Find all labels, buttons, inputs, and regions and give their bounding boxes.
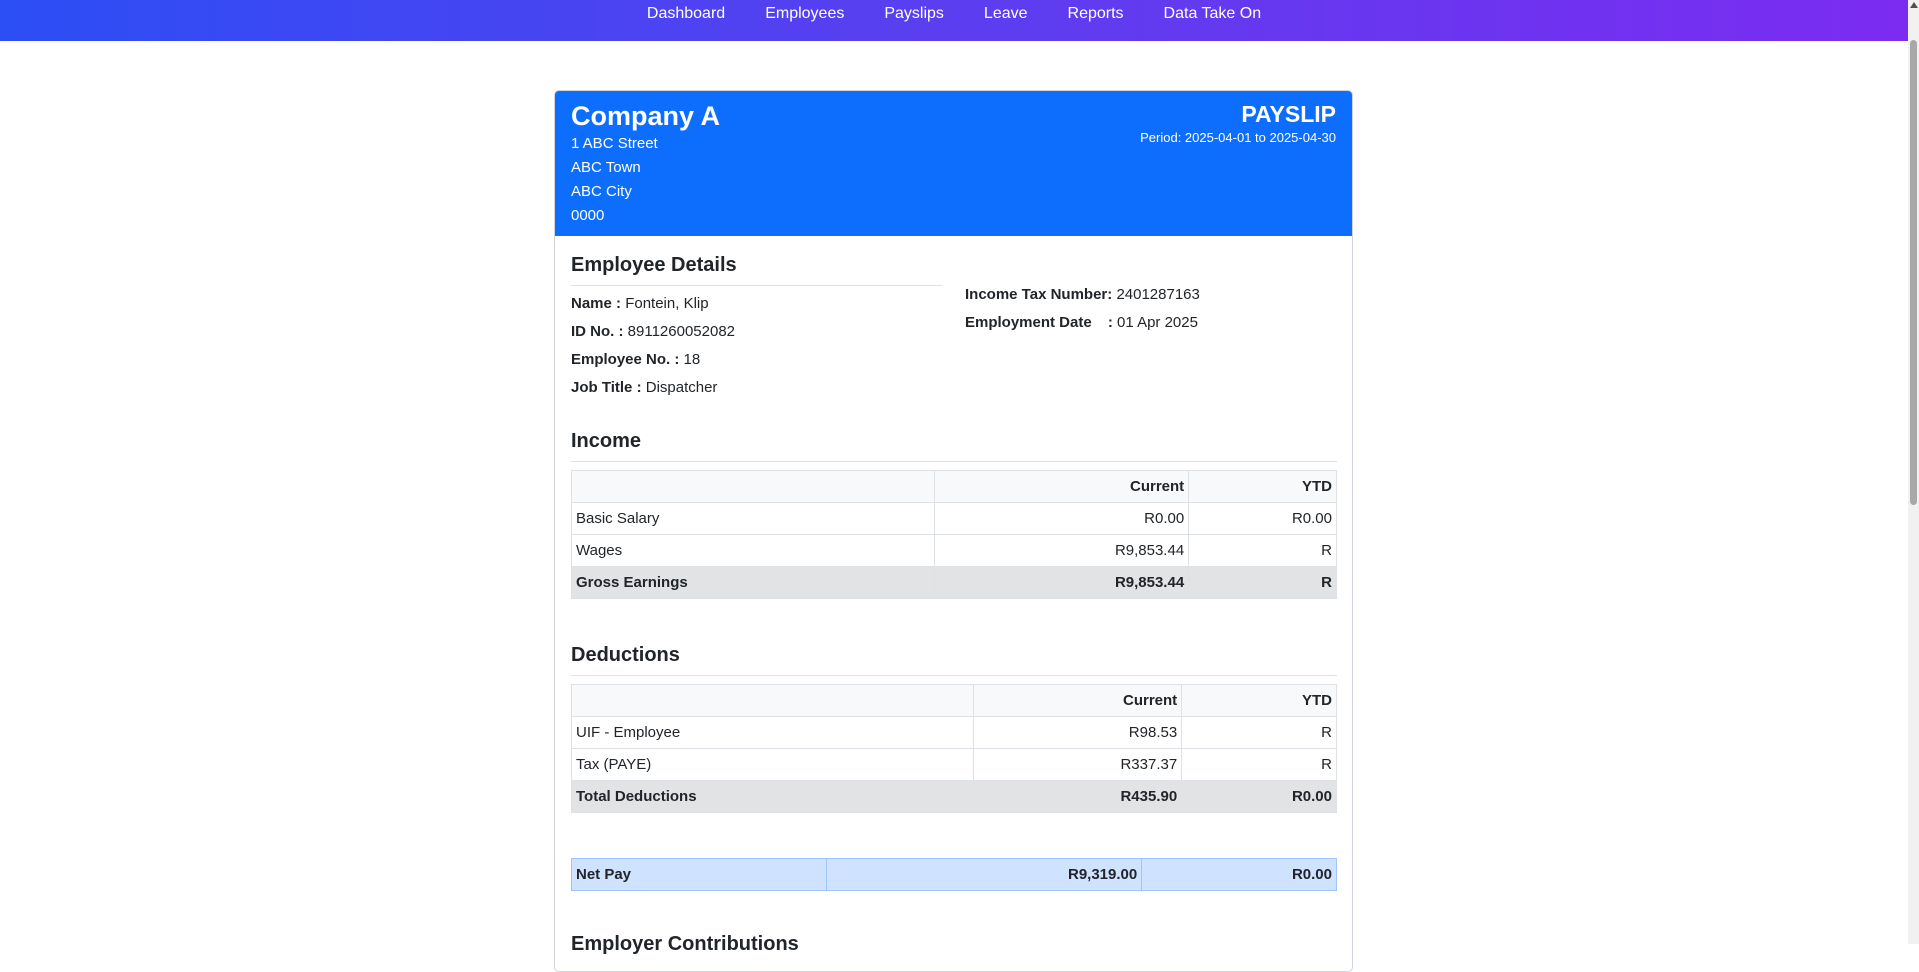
income-tax-label: Income Tax Number: <box>965 286 1113 303</box>
total-current: R9,853.44 <box>934 566 1190 599</box>
pay-period: Period: 2025-04-01 to 2025-04-30 <box>1140 130 1336 145</box>
row-ytd: R <box>1181 716 1337 749</box>
row-label: Basic Salary <box>570 502 936 535</box>
nav-data-take-on[interactable]: Data Take On <box>1144 0 1282 28</box>
divider <box>571 285 942 286</box>
nav-dashboard[interactable]: Dashboard <box>627 0 745 28</box>
employee-name-row: Name : Fontein, Klip <box>571 295 709 312</box>
job-title-label: Job Title : <box>571 379 642 396</box>
deductions-table: Current YTD UIF - Employee R98.53 R Tax … <box>570 684 1337 813</box>
divider <box>571 461 1337 462</box>
table-row: Basic Salary R0.00 R0.00 <box>570 502 1337 535</box>
id-label: ID No. : <box>571 323 624 340</box>
row-label: Tax (PAYE) <box>570 748 975 781</box>
row-label: Wages <box>570 534 936 567</box>
row-current: R98.53 <box>973 716 1183 749</box>
address-line-4: 0000 <box>571 207 605 224</box>
employee-name: Fontein, Klip <box>625 295 709 312</box>
total-current: R435.90 <box>973 780 1183 813</box>
company-name: Company A <box>571 101 721 131</box>
total-ytd: R <box>1188 566 1337 599</box>
income-tax-row: Income Tax Number: 2401287163 <box>965 286 1200 303</box>
scroll-up-arrow-icon[interactable] <box>1910 2 1918 8</box>
income-heading: Income <box>571 430 642 452</box>
nav-reports[interactable]: Reports <box>1048 0 1144 28</box>
total-deductions-row: Total Deductions R435.90 R0.00 <box>570 780 1337 813</box>
gross-earnings-row: Gross Earnings R9,853.44 R <box>570 566 1337 599</box>
employment-date: 01 Apr 2025 <box>1117 314 1198 331</box>
job-title-row: Job Title : Dispatcher <box>571 379 717 396</box>
income-table: Current YTD Basic Salary R0.00 R0.00 Wag… <box>570 470 1337 599</box>
address-line-2: ABC Town <box>571 159 641 176</box>
job-title: Dispatcher <box>645 379 718 396</box>
employee-number-row: Employee No. : 18 <box>571 351 700 368</box>
table-row: Wages R9,853.44 R <box>570 534 1337 567</box>
payslip-header: Company A 1 ABC Street ABC Town ABC City… <box>555 91 1352 236</box>
table-header-row: Current YTD <box>570 684 1337 717</box>
table-header-row: Current YTD <box>570 470 1337 503</box>
row-ytd: R <box>1181 748 1337 781</box>
row-current: R0.00 <box>934 502 1190 535</box>
address-line-3: ABC City <box>571 183 632 200</box>
column-current: Current <box>934 470 1190 503</box>
total-label: Total Deductions <box>570 780 975 813</box>
top-navbar: Dashboard Employees Payslips Leave Repor… <box>0 0 1908 41</box>
net-pay-ytd: R0.00 <box>1141 858 1337 891</box>
table-row: UIF - Employee R98.53 R <box>570 716 1337 749</box>
income-tax-number: 2401287163 <box>1116 286 1200 303</box>
payslip-title: PAYSLIP <box>1241 101 1336 127</box>
nav-leave[interactable]: Leave <box>964 0 1048 28</box>
net-pay-label: Net Pay <box>571 858 827 891</box>
employment-date-label: Employment Date <box>965 314 1092 331</box>
employee-number-label: Employee No. : <box>571 351 680 368</box>
row-ytd: R <box>1188 534 1337 567</box>
column-current: Current <box>973 684 1183 717</box>
page-scrollbar[interactable] <box>1908 0 1919 944</box>
nav-payslips[interactable]: Payslips <box>864 0 964 28</box>
employee-id: 8911260052082 <box>627 323 736 340</box>
employment-date-separator: : <box>1107 314 1113 331</box>
address-line-1: 1 ABC Street <box>571 135 658 152</box>
payslip-card: Company A 1 ABC Street ABC Town ABC City… <box>554 90 1353 972</box>
row-ytd: R0.00 <box>1188 502 1337 535</box>
total-label: Gross Earnings <box>570 566 936 599</box>
row-label: UIF - Employee <box>570 716 975 749</box>
name-label: Name : <box>571 295 622 312</box>
employment-date-row: Employment Date : 01 Apr 2025 <box>965 314 1198 331</box>
net-pay-table: Net Pay R9,319.00 R0.00 <box>571 858 1337 891</box>
row-current: R337.37 <box>973 748 1183 781</box>
divider <box>571 675 1337 676</box>
column-ytd: YTD <box>1181 684 1337 717</box>
table-header-blank <box>570 684 975 717</box>
column-ytd: YTD <box>1188 470 1337 503</box>
net-pay-current: R9,319.00 <box>825 858 1143 891</box>
employer-contributions-heading: Employer Contributions <box>571 933 799 955</box>
row-current: R9,853.44 <box>934 534 1190 567</box>
nav-menu: Dashboard Employees Payslips Leave Repor… <box>0 0 1908 28</box>
employee-id-row: ID No. : 8911260052082 <box>571 323 735 340</box>
employee-details-heading: Employee Details <box>571 254 737 276</box>
table-header-blank <box>570 470 936 503</box>
total-ytd: R0.00 <box>1181 780 1337 813</box>
scroll-thumb[interactable] <box>1910 40 1917 505</box>
nav-employees[interactable]: Employees <box>745 0 864 28</box>
deductions-heading: Deductions <box>571 644 680 666</box>
table-row: Tax (PAYE) R337.37 R <box>570 748 1337 781</box>
employee-number: 18 <box>683 351 701 368</box>
net-pay-row: Net Pay R9,319.00 R0.00 <box>571 858 1337 891</box>
